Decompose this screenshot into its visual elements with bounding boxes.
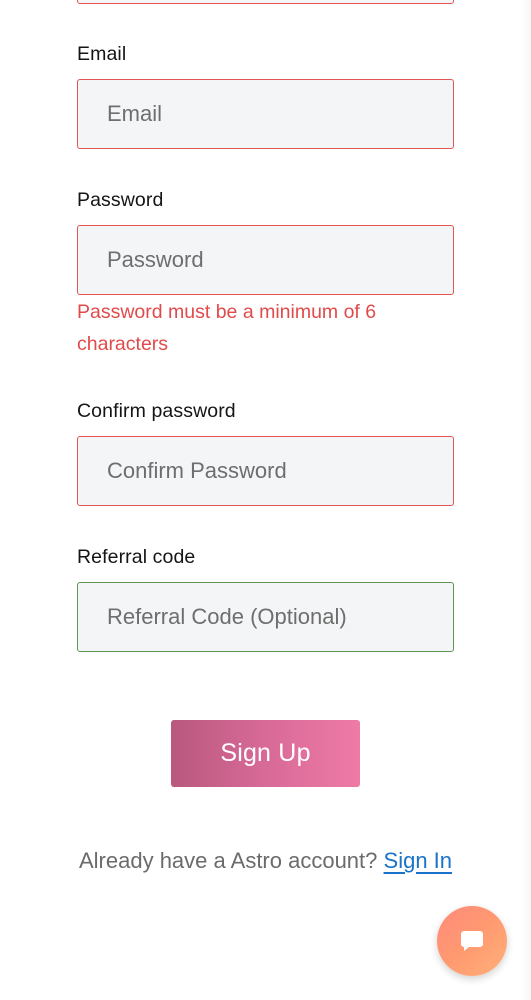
email-label: Email	[77, 43, 127, 65]
page-edge-shadow	[521, 0, 531, 1000]
referral-code-field[interactable]: Referral Code (Optional)	[77, 582, 454, 652]
chat-button[interactable]	[437, 906, 507, 976]
referral-code-label: Referral code	[77, 546, 196, 568]
password-field[interactable]: Password	[77, 225, 454, 295]
confirm-password-label: Confirm password	[77, 400, 236, 422]
email-placeholder: Email	[107, 101, 163, 126]
sign-up-button[interactable]: Sign Up	[171, 720, 360, 787]
signup-page: Email Email Password Password Password m…	[0, 0, 531, 1000]
chat-bubble-icon	[461, 931, 483, 951]
password-placeholder: Password	[107, 247, 204, 272]
referral-code-placeholder: Referral Code (Optional)	[107, 604, 347, 629]
sign-in-prompt: Already have a Astro account? Sign In	[60, 846, 471, 876]
email-field[interactable]: Email	[77, 79, 454, 149]
sign-in-link[interactable]: Sign In	[384, 848, 453, 873]
confirm-password-field[interactable]: Confirm Password	[77, 436, 454, 506]
password-error-message: Password must be a minimum of 6 characte…	[77, 301, 377, 355]
previous-field-partial[interactable]	[77, 0, 454, 4]
sign-in-prompt-text: Already have a Astro account?	[78, 848, 384, 873]
password-label: Password	[77, 189, 164, 211]
confirm-password-placeholder: Confirm Password	[107, 458, 287, 483]
